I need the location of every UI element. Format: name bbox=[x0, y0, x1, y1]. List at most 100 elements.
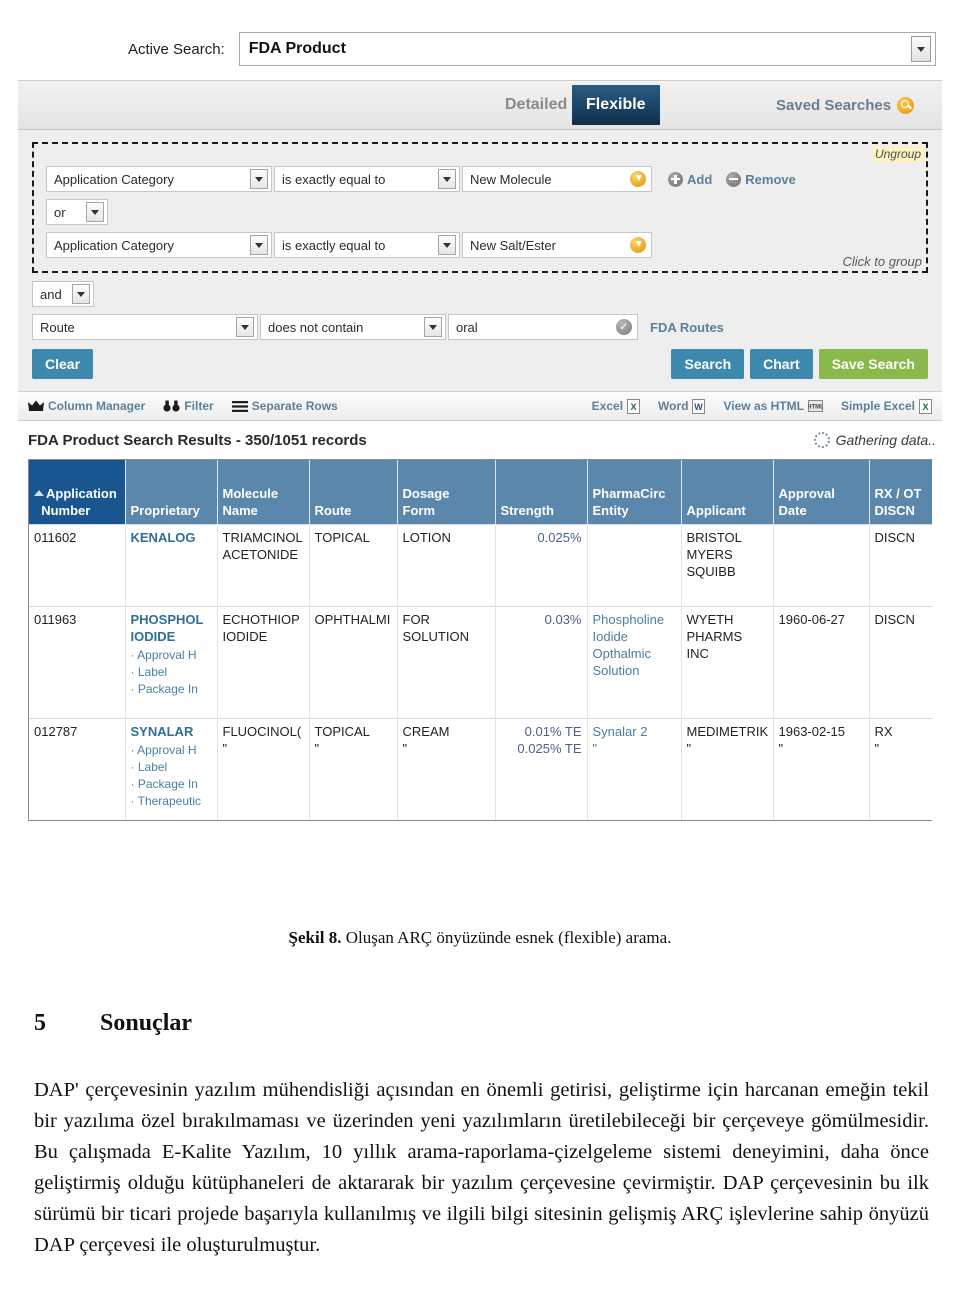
route-operator-value: does not contain bbox=[268, 319, 364, 335]
cell-applicant: WYETH PHARMS INC bbox=[681, 605, 774, 718]
simple-excel-button[interactable]: Simple Excel X bbox=[837, 398, 932, 414]
clear-button[interactable]: Clear bbox=[32, 349, 94, 379]
route-operator-select[interactable]: does not contain bbox=[260, 314, 446, 340]
condition-field-select[interactable]: Application Category bbox=[46, 232, 272, 258]
condition-value-input[interactable]: New Molecule bbox=[462, 166, 652, 192]
route-field-select[interactable]: Route bbox=[32, 314, 258, 340]
search-button[interactable]: Search bbox=[671, 349, 745, 379]
tab-flexible[interactable]: Flexible bbox=[572, 85, 660, 125]
condition-operator-value: is exactly equal to bbox=[282, 237, 386, 253]
chevron-down-icon[interactable] bbox=[236, 317, 254, 337]
cell-rx-otc-discn: DISCN bbox=[869, 523, 932, 606]
separate-rows-button[interactable]: Separate Rows bbox=[231, 399, 342, 413]
chevron-down-icon[interactable] bbox=[250, 235, 268, 255]
column-header-approval-date[interactable]: Approval Date bbox=[773, 460, 870, 524]
export-word-button[interactable]: Word W bbox=[654, 398, 706, 414]
chevron-down-icon[interactable] bbox=[250, 169, 268, 189]
column-manager-button[interactable]: Column Manager bbox=[28, 399, 149, 413]
cell-applicant: MEDIMETRIK " bbox=[681, 717, 774, 820]
sublink-approval-history[interactable]: Approval H bbox=[131, 742, 212, 759]
cell-proprietary[interactable]: PHOSPHOLIODIDE Approval H Label Package … bbox=[125, 605, 218, 718]
cell-strength: 0.025% bbox=[495, 523, 588, 606]
lookup-down-icon[interactable] bbox=[630, 237, 646, 253]
column-header-rx-otc-discn[interactable]: RX / OT DISCN bbox=[869, 460, 932, 524]
view-as-html-button[interactable]: View as HTML HTML bbox=[719, 399, 823, 413]
click-to-group-hint[interactable]: Click to group bbox=[843, 254, 922, 269]
table-row[interactable]: 011602 KENALOG TRIAMCINOL ACETONIDE TOPIC… bbox=[29, 523, 932, 606]
active-search-dropdown[interactable]: FDA Product bbox=[238, 32, 936, 66]
search-mode-tabstrip: Detailed Flexible Saved Searches bbox=[18, 80, 942, 130]
condition-group[interactable]: Ungroup Click to group Application Categ… bbox=[32, 142, 928, 273]
cell-dosage-form: LOTION bbox=[397, 523, 496, 606]
condition-value-text: New Salt/Ester bbox=[470, 237, 556, 253]
outer-logic-select[interactable]: and bbox=[32, 281, 94, 307]
chevron-down-icon[interactable] bbox=[438, 235, 456, 255]
remove-condition-button[interactable]: Remove bbox=[726, 171, 796, 187]
condition-field-value: Application Category bbox=[54, 237, 174, 253]
cell-approval-date: 1963-02-15 " bbox=[773, 717, 870, 820]
column-header-pharmacirc-entity[interactable]: PharmaCirc Entity bbox=[587, 460, 682, 524]
chevron-down-icon[interactable] bbox=[911, 36, 931, 62]
condition-operator-select[interactable]: is exactly equal to bbox=[274, 166, 460, 192]
chevron-down-icon[interactable] bbox=[438, 169, 456, 189]
svg-text:W: W bbox=[695, 402, 704, 412]
row-sublinks[interactable]: Approval H Label Package In Therapeutic bbox=[131, 742, 212, 810]
sublink-approval-history[interactable]: Approval H bbox=[131, 647, 212, 664]
section-heading: 5 Sonuçlar bbox=[34, 1010, 192, 1037]
check-circle-icon[interactable]: ✓ bbox=[616, 319, 632, 335]
cell-application-number: 011963 bbox=[29, 605, 126, 718]
cell-pharmacirc-ditto: " bbox=[592, 740, 598, 756]
remove-condition-label: Remove bbox=[745, 171, 796, 187]
ungroup-button[interactable]: Ungroup bbox=[871, 146, 924, 162]
section-number: 5 bbox=[34, 1010, 46, 1036]
saved-searches-link[interactable]: Saved Searches bbox=[776, 96, 915, 114]
column-header-dosage-form[interactable]: Dosage Form bbox=[397, 460, 496, 524]
chevron-down-icon[interactable] bbox=[86, 202, 104, 222]
column-header-application-number[interactable]: Application Number bbox=[29, 460, 126, 524]
query-builder-panel: Ungroup Click to group Application Categ… bbox=[18, 130, 942, 391]
tab-detailed[interactable]: Detailed bbox=[495, 81, 577, 129]
cell-strength: 0.03% bbox=[495, 605, 588, 718]
cell-proprietary[interactable]: SYNALAR Approval H Label Package In Ther… bbox=[125, 717, 218, 820]
cell-proprietary[interactable]: KENALOG bbox=[125, 523, 218, 606]
column-header-proprietary[interactable]: Proprietary bbox=[125, 460, 218, 524]
sublink-package-insert[interactable]: Package In bbox=[131, 681, 212, 698]
filter-button[interactable]: Filter bbox=[163, 399, 217, 413]
inner-logic-select[interactable]: or bbox=[46, 199, 108, 225]
column-header-applicant[interactable]: Applicant bbox=[681, 460, 774, 524]
lines-icon bbox=[231, 400, 248, 412]
sublink-label[interactable]: Label bbox=[131, 759, 212, 776]
column-header-route[interactable]: Route bbox=[309, 460, 398, 524]
spinner-icon bbox=[813, 432, 830, 448]
sublink-package-insert[interactable]: Package In bbox=[131, 776, 212, 793]
condition-row: Application Category is exactly equal to… bbox=[46, 166, 916, 192]
row-sublinks[interactable]: Approval H Label Package In bbox=[131, 647, 212, 698]
column-header-strength[interactable]: Strength bbox=[495, 460, 588, 524]
condition-value-text: New Molecule bbox=[470, 171, 552, 187]
route-value-input[interactable]: oral ✓ bbox=[448, 314, 638, 340]
section-title: Sonuçlar bbox=[100, 1010, 193, 1036]
table-row[interactable]: 011963 PHOSPHOLIODIDE Approval H Label P… bbox=[29, 605, 932, 718]
cell-application-number: 012787 bbox=[29, 717, 126, 820]
cell-approval-date bbox=[773, 523, 870, 606]
table-row[interactable]: 012787 SYNALAR Approval H Label Package … bbox=[29, 717, 932, 820]
condition-operator-select[interactable]: is exactly equal to bbox=[274, 232, 460, 258]
condition-value-input[interactable]: New Salt/Ester bbox=[462, 232, 652, 258]
application-screenshot: Active Search: FDA Product Detailed Flex… bbox=[18, 18, 942, 918]
save-search-button[interactable]: Save Search bbox=[818, 349, 928, 379]
chevron-down-icon[interactable] bbox=[72, 284, 90, 304]
export-excel-button[interactable]: Excel X bbox=[588, 398, 641, 414]
cell-pharmacirc-entity: Synalar 2 " bbox=[587, 717, 682, 820]
sublink-therapeutic[interactable]: Therapeutic bbox=[131, 793, 212, 810]
fda-routes-link[interactable]: FDA Routes bbox=[650, 320, 724, 335]
results-table-container[interactable]: Application Number Proprietary Molecule N… bbox=[28, 459, 932, 821]
lookup-down-icon[interactable] bbox=[630, 171, 646, 187]
chart-button[interactable]: Chart bbox=[750, 349, 813, 379]
export-word-label: Word bbox=[658, 399, 689, 413]
sublink-label[interactable]: Label bbox=[131, 664, 212, 681]
chevron-down-icon[interactable] bbox=[424, 317, 442, 337]
condition-field-select[interactable]: Application Category bbox=[46, 166, 272, 192]
cell-approval-date-ditto: " bbox=[778, 740, 784, 756]
column-header-molecule-name[interactable]: Molecule Name bbox=[217, 460, 310, 524]
add-condition-button[interactable]: Add bbox=[668, 171, 712, 187]
